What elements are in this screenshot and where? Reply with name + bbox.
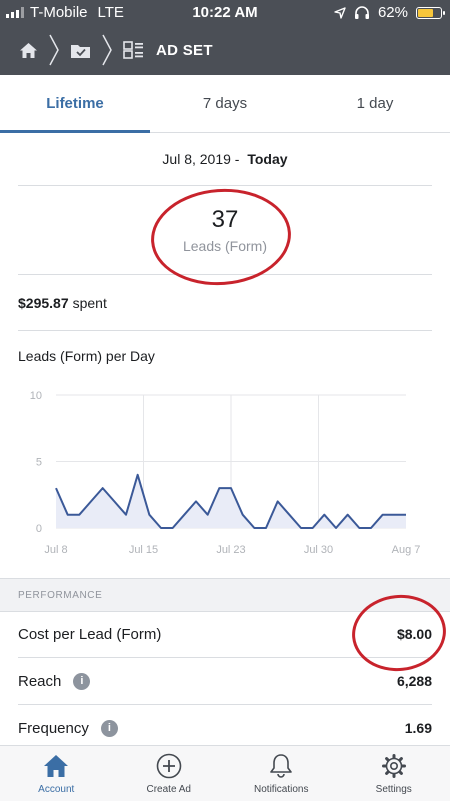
nav-account[interactable]: Account <box>0 746 113 801</box>
chart-x-tick-label: Jul 8 <box>44 544 67 556</box>
metric-label: Frequency <box>18 720 89 737</box>
page-title: AD SET <box>156 42 213 59</box>
info-icon[interactable]: i <box>101 720 118 737</box>
results-summary: 37 Leads (Form) <box>18 186 432 275</box>
nav-settings[interactable]: Settings <box>338 746 450 801</box>
nav-label: Create Ad <box>147 784 191 795</box>
date-range-start: Jul 8, 2019 - <box>162 151 243 167</box>
annotation-circle <box>148 184 294 290</box>
home-icon <box>43 752 69 780</box>
metric-label: Reach <box>18 673 61 690</box>
home-icon[interactable] <box>19 42 38 59</box>
location-icon <box>334 7 346 19</box>
status-bar: T-Mobile LTE 10:22 AM 62% <box>0 0 450 24</box>
amount-spent: $295.87 spent <box>18 275 432 331</box>
chart-x-tick-label: Aug 7 <box>392 544 421 556</box>
bottom-navigation: Account Create Ad Notifications <box>0 745 450 801</box>
date-tabs: Lifetime 7 days 1 day <box>0 75 450 133</box>
spent-amount: $295.87 <box>18 295 69 311</box>
date-range: Jul 8, 2019 - Today <box>18 132 432 186</box>
chart-x-tick-label: Jul 23 <box>216 544 245 556</box>
date-range-end: Today <box>247 151 287 167</box>
campaign-folder-icon[interactable] <box>70 42 91 59</box>
gear-icon <box>381 752 407 780</box>
tab-7-days[interactable]: 7 days <box>150 75 300 132</box>
nav-label: Settings <box>376 784 412 795</box>
tab-1-day[interactable]: 1 day <box>300 75 450 132</box>
chart-y-tick-label: 10 <box>30 390 42 402</box>
headphones-icon <box>354 6 370 19</box>
metric-label: Cost per Lead (Form) <box>18 626 161 643</box>
nav-create-ad[interactable]: Create Ad <box>113 746 226 801</box>
chart-y-tick-label: 5 <box>36 457 42 469</box>
metric-row-cost-per-lead[interactable]: Cost per Lead (Form) $8.00 <box>18 611 432 658</box>
nav-notifications[interactable]: Notifications <box>225 746 338 801</box>
leads-per-day-chart: 10 5 0Jul 8 Jul 15 Jul 23 Jul 30 Aug 7 <box>0 380 450 560</box>
chart-x-tick-label: Jul 15 <box>129 544 158 556</box>
battery-icon <box>416 7 442 19</box>
ad-set-grid-icon <box>123 41 144 59</box>
chevron-right-icon <box>101 33 113 67</box>
chart-y-tick-label: 0 <box>36 523 42 535</box>
spent-suffix: spent <box>73 295 107 311</box>
plus-circle-icon <box>156 752 182 780</box>
performance-header-label: PERFORMANCE <box>18 590 102 601</box>
metric-value: 6,288 <box>397 673 432 689</box>
nav-label: Account <box>38 784 74 795</box>
chart-x-tick-label: Jul 30 <box>304 544 333 556</box>
nav-label: Notifications <box>254 784 308 795</box>
info-icon[interactable]: i <box>73 673 90 690</box>
chevron-right-icon <box>48 33 60 67</box>
battery-percent: 62% <box>378 4 408 21</box>
bell-icon <box>269 752 293 780</box>
tab-lifetime[interactable]: Lifetime <box>0 75 150 132</box>
metric-row-reach[interactable]: Reach i 6,288 <box>18 658 432 705</box>
app-header: T-Mobile LTE 10:22 AM 62% AD SET <box>0 0 450 75</box>
chart-title: Leads (Form) per Day <box>18 348 155 364</box>
breadcrumb: AD SET <box>0 26 450 74</box>
metric-value: 1.69 <box>405 720 432 736</box>
